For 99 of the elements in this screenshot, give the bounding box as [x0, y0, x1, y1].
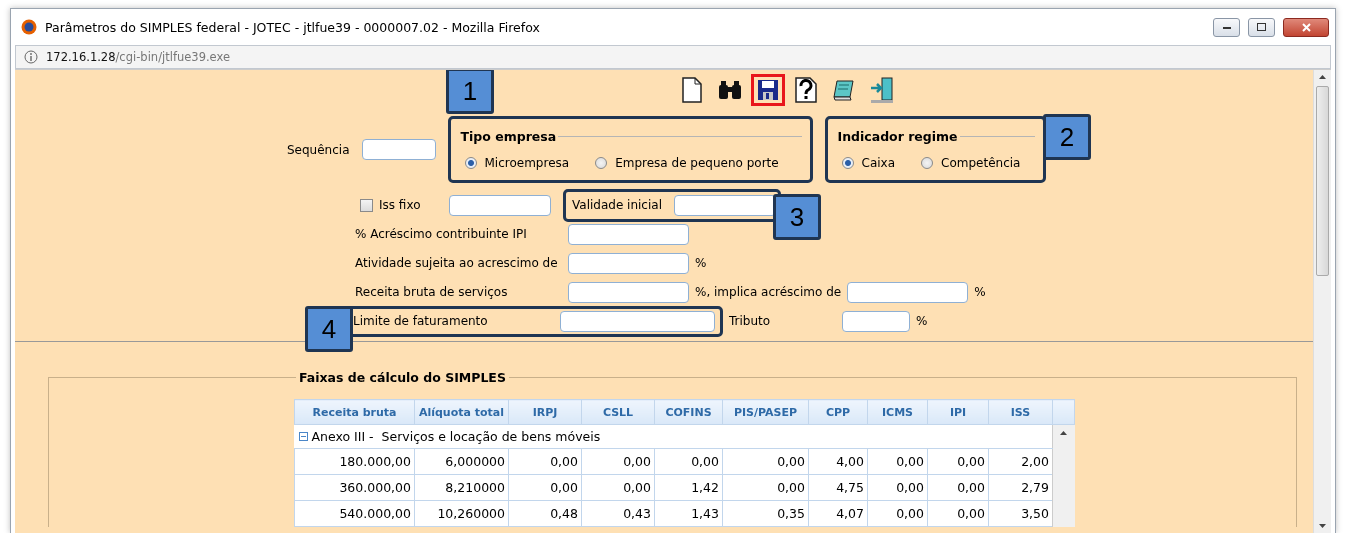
input-field[interactable] — [842, 310, 910, 332]
table-cell: 4,07 — [808, 500, 868, 527]
radio-option[interactable]: Competência — [921, 156, 1021, 170]
input-field[interactable] — [568, 223, 689, 245]
radio-button[interactable] — [841, 157, 854, 169]
unit-label: %, implica acréscimo de — [695, 285, 842, 299]
input-field[interactable] — [674, 194, 776, 216]
info-icon — [24, 50, 38, 64]
table-cell: 4,00 — [808, 448, 868, 475]
input-field[interactable] — [449, 194, 551, 216]
table-cell: 6,000000 — [414, 448, 509, 475]
table-cell: 540.000,00 — [294, 500, 415, 527]
column-header[interactable]: ISS — [988, 399, 1053, 425]
address-bar[interactable]: 172.16.1.28/cgi-bin/jtlfue39.exe — [15, 45, 1331, 69]
table-cell: 0,35 — [722, 500, 809, 527]
callout-number: 1 — [446, 70, 494, 114]
group-title: Indicador regime — [836, 129, 959, 144]
input-field[interactable] — [361, 139, 436, 160]
column-header[interactable]: COFINS — [654, 399, 723, 425]
toolbar-button[interactable] — [751, 74, 785, 106]
collapse-icon[interactable] — [298, 432, 308, 441]
table-cell: 0,00 — [722, 448, 809, 475]
column-header[interactable]: IPI — [927, 399, 989, 425]
table-cell: 0,00 — [722, 474, 809, 501]
checkbox[interactable] — [360, 198, 373, 212]
input-field[interactable] — [568, 252, 689, 274]
minimize-icon — [1222, 25, 1231, 29]
maximize-button[interactable] — [1248, 17, 1275, 37]
minimize-button[interactable] — [1213, 17, 1240, 37]
field-label: Tributo — [729, 314, 772, 328]
radio-option[interactable]: Empresa de pequeno porte — [595, 156, 779, 170]
binoculars-icon — [717, 79, 743, 101]
save-icon — [757, 79, 779, 101]
column-header[interactable]: Receita bruta — [294, 399, 415, 425]
field-label: Receita bruta de serviços — [355, 285, 509, 299]
unit-label: % — [974, 285, 986, 299]
field-label: Sequência — [287, 142, 350, 157]
scroll-up-icon[interactable] — [1060, 431, 1068, 435]
table-cell: 0,00 — [867, 474, 928, 501]
browser-logo-icon — [21, 19, 37, 35]
field-label: Atividade sujeita ao acrescimo de — [355, 256, 559, 270]
close-icon — [1301, 22, 1311, 32]
table-cell: 8,210000 — [414, 474, 509, 501]
radio-option[interactable]: Caixa — [841, 156, 896, 170]
scroll-up-icon[interactable] — [1319, 75, 1326, 79]
table-cell: 0,00 — [927, 474, 989, 501]
table-cell: 0,00 — [508, 474, 582, 501]
callout-number: 2 — [1043, 114, 1091, 160]
unit-label: % — [695, 256, 707, 270]
radio-button[interactable] — [464, 157, 477, 169]
window-title: Parâmetros do SIMPLES federal - JOTEC - jtlfue39 - 0000007.02 - Mozilla Firefox — [45, 19, 541, 35]
radio-button[interactable] — [921, 157, 934, 169]
checkbox-label: Iss fixo — [379, 198, 422, 212]
table-cell: 10,260000 — [414, 500, 509, 527]
column-header[interactable]: Alíquota total — [414, 399, 509, 425]
table-cell: 0,00 — [867, 500, 928, 527]
field-label: % Acréscimo contribuinte IPI — [355, 227, 528, 241]
table-cell: 0,48 — [508, 500, 582, 527]
page-scrollbar[interactable] — [1313, 70, 1331, 533]
column-header[interactable]: ICMS — [867, 399, 928, 425]
section-title: Faixas de cálculo do SIMPLES — [298, 370, 507, 385]
scroll-down-icon[interactable] — [1319, 524, 1326, 528]
column-header[interactable]: CSLL — [581, 399, 655, 425]
exit-door-icon — [869, 76, 895, 104]
input-field[interactable] — [568, 281, 689, 303]
callout-number: 3 — [773, 194, 821, 240]
help-icon — [794, 77, 818, 103]
table-cell: 1,42 — [654, 474, 723, 501]
group-title: Tipo empresa — [459, 129, 558, 144]
field-label: Limite de faturamento — [353, 314, 489, 328]
close-button[interactable] — [1283, 17, 1329, 37]
table-cell: 0,00 — [508, 448, 582, 475]
column-header[interactable]: CPP — [808, 399, 868, 425]
input-field[interactable] — [560, 310, 715, 332]
table-cell: 180.000,00 — [294, 448, 415, 475]
table-cell: 0,00 — [654, 448, 723, 475]
blank-page-icon — [680, 77, 704, 103]
maximize-icon — [1257, 23, 1266, 31]
field-label: Validade inicial — [572, 198, 662, 212]
column-header[interactable]: PIS/PASEP — [722, 399, 809, 425]
table-cell: 0,00 — [867, 448, 928, 475]
column-header[interactable]: IRPJ — [508, 399, 582, 425]
table-cell: 0,00 — [581, 474, 655, 501]
table-cell: 1,43 — [654, 500, 723, 527]
radio-button[interactable] — [595, 157, 608, 169]
table-cell: 360.000,00 — [294, 474, 415, 501]
unit-label: % — [916, 314, 928, 328]
table-cell: 0,43 — [581, 500, 655, 527]
table-scrollbar[interactable] — [1052, 424, 1075, 527]
table-cell: 0,00 — [927, 500, 989, 527]
table-cell: 0,00 — [581, 448, 655, 475]
url-text: 172.16.1.28/cgi-bin/jtlfue39.exe — [46, 50, 230, 64]
input-field[interactable] — [847, 281, 969, 303]
table-cell: 4,75 — [808, 474, 868, 501]
radio-option[interactable]: Microempresa — [464, 156, 570, 170]
group-row-label[interactable]: Anexo III - Serviços e locação de bens móveis — [311, 429, 601, 444]
table-cell: 0,00 — [927, 448, 989, 475]
callout-number: 4 — [305, 306, 353, 352]
notepad-icon — [831, 79, 857, 101]
